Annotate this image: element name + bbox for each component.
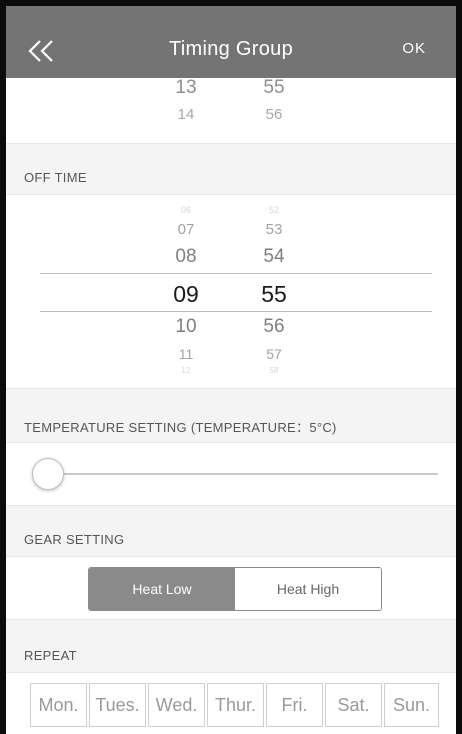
picker-minute-item: 57 [266,346,282,362]
repeat-label: REPEAT [24,648,77,663]
picker-hour-selected: 09 [173,281,199,307]
temperature-setting-label: TEMPERATURE SETTING (TEMPERATURE：5°C) [24,420,337,435]
picker-minute-selected: 55 [261,281,287,307]
off-time-label: OFF TIME [24,170,87,185]
picker-hour-item: 07 [177,221,195,238]
selection-line-bottom [40,311,432,312]
navigation-bar: Timing Group OK [6,6,456,78]
day-tues-button[interactable]: Tues. [89,683,146,727]
off-time-picker[interactable]: 06 52 07 53 08 54 09 55 10 56 11 57 12 5… [6,194,456,389]
day-thur-button[interactable]: Thur. [207,683,264,727]
picker-minute-item: 54 [263,246,285,267]
picker-hour-item: 13 [175,77,197,98]
day-sun-button[interactable]: Sun. [384,683,439,727]
picker-hour-item: 14 [177,106,195,123]
selection-line-top [40,273,432,274]
picker-minute-item: 58 [269,366,279,375]
ok-button[interactable]: OK [402,40,426,57]
picker-hour-item: 12 [181,366,191,375]
picker-minute-item: 56 [265,106,283,123]
gear-setting-label: GEAR SETTING [24,532,125,547]
heat-low-button[interactable]: Heat Low [89,568,235,610]
picker-hour-item: 10 [175,316,197,337]
temperature-slider-knob[interactable] [32,458,64,490]
day-mon-button[interactable]: Mon. [30,683,87,727]
day-wed-button[interactable]: Wed. [148,683,205,727]
temperature-slider-track[interactable] [32,473,438,475]
temperature-panel [6,442,456,506]
on-time-picker[interactable]: 13 55 14 56 [6,77,456,144]
picker-minute-item: 56 [263,316,285,337]
repeat-days: Mon. Tues. Wed. Thur. Fri. Sat. Sun. [30,683,441,727]
day-sat-button[interactable]: Sat. [325,683,382,727]
day-fri-button[interactable]: Fri. [266,683,323,727]
picker-minute-item: 53 [265,221,283,238]
picker-hour-item: 11 [178,346,194,362]
gear-segmented-control: Heat Low Heat High [88,567,382,611]
page-title: Timing Group [168,38,293,60]
repeat-panel: Mon. Tues. Wed. Thur. Fri. Sat. Sun. [6,672,456,734]
heat-high-button[interactable]: Heat High [235,568,381,610]
picker-minute-item: 55 [263,77,285,98]
picker-hour-item: 08 [175,246,197,267]
picker-minute-item: 52 [268,205,279,215]
gear-panel: Heat Low Heat High [6,556,456,620]
picker-hour-item: 06 [180,205,191,215]
timing-group-screen: Timing Group OK 13 55 14 56 OFF TIME 06 … [6,6,456,734]
